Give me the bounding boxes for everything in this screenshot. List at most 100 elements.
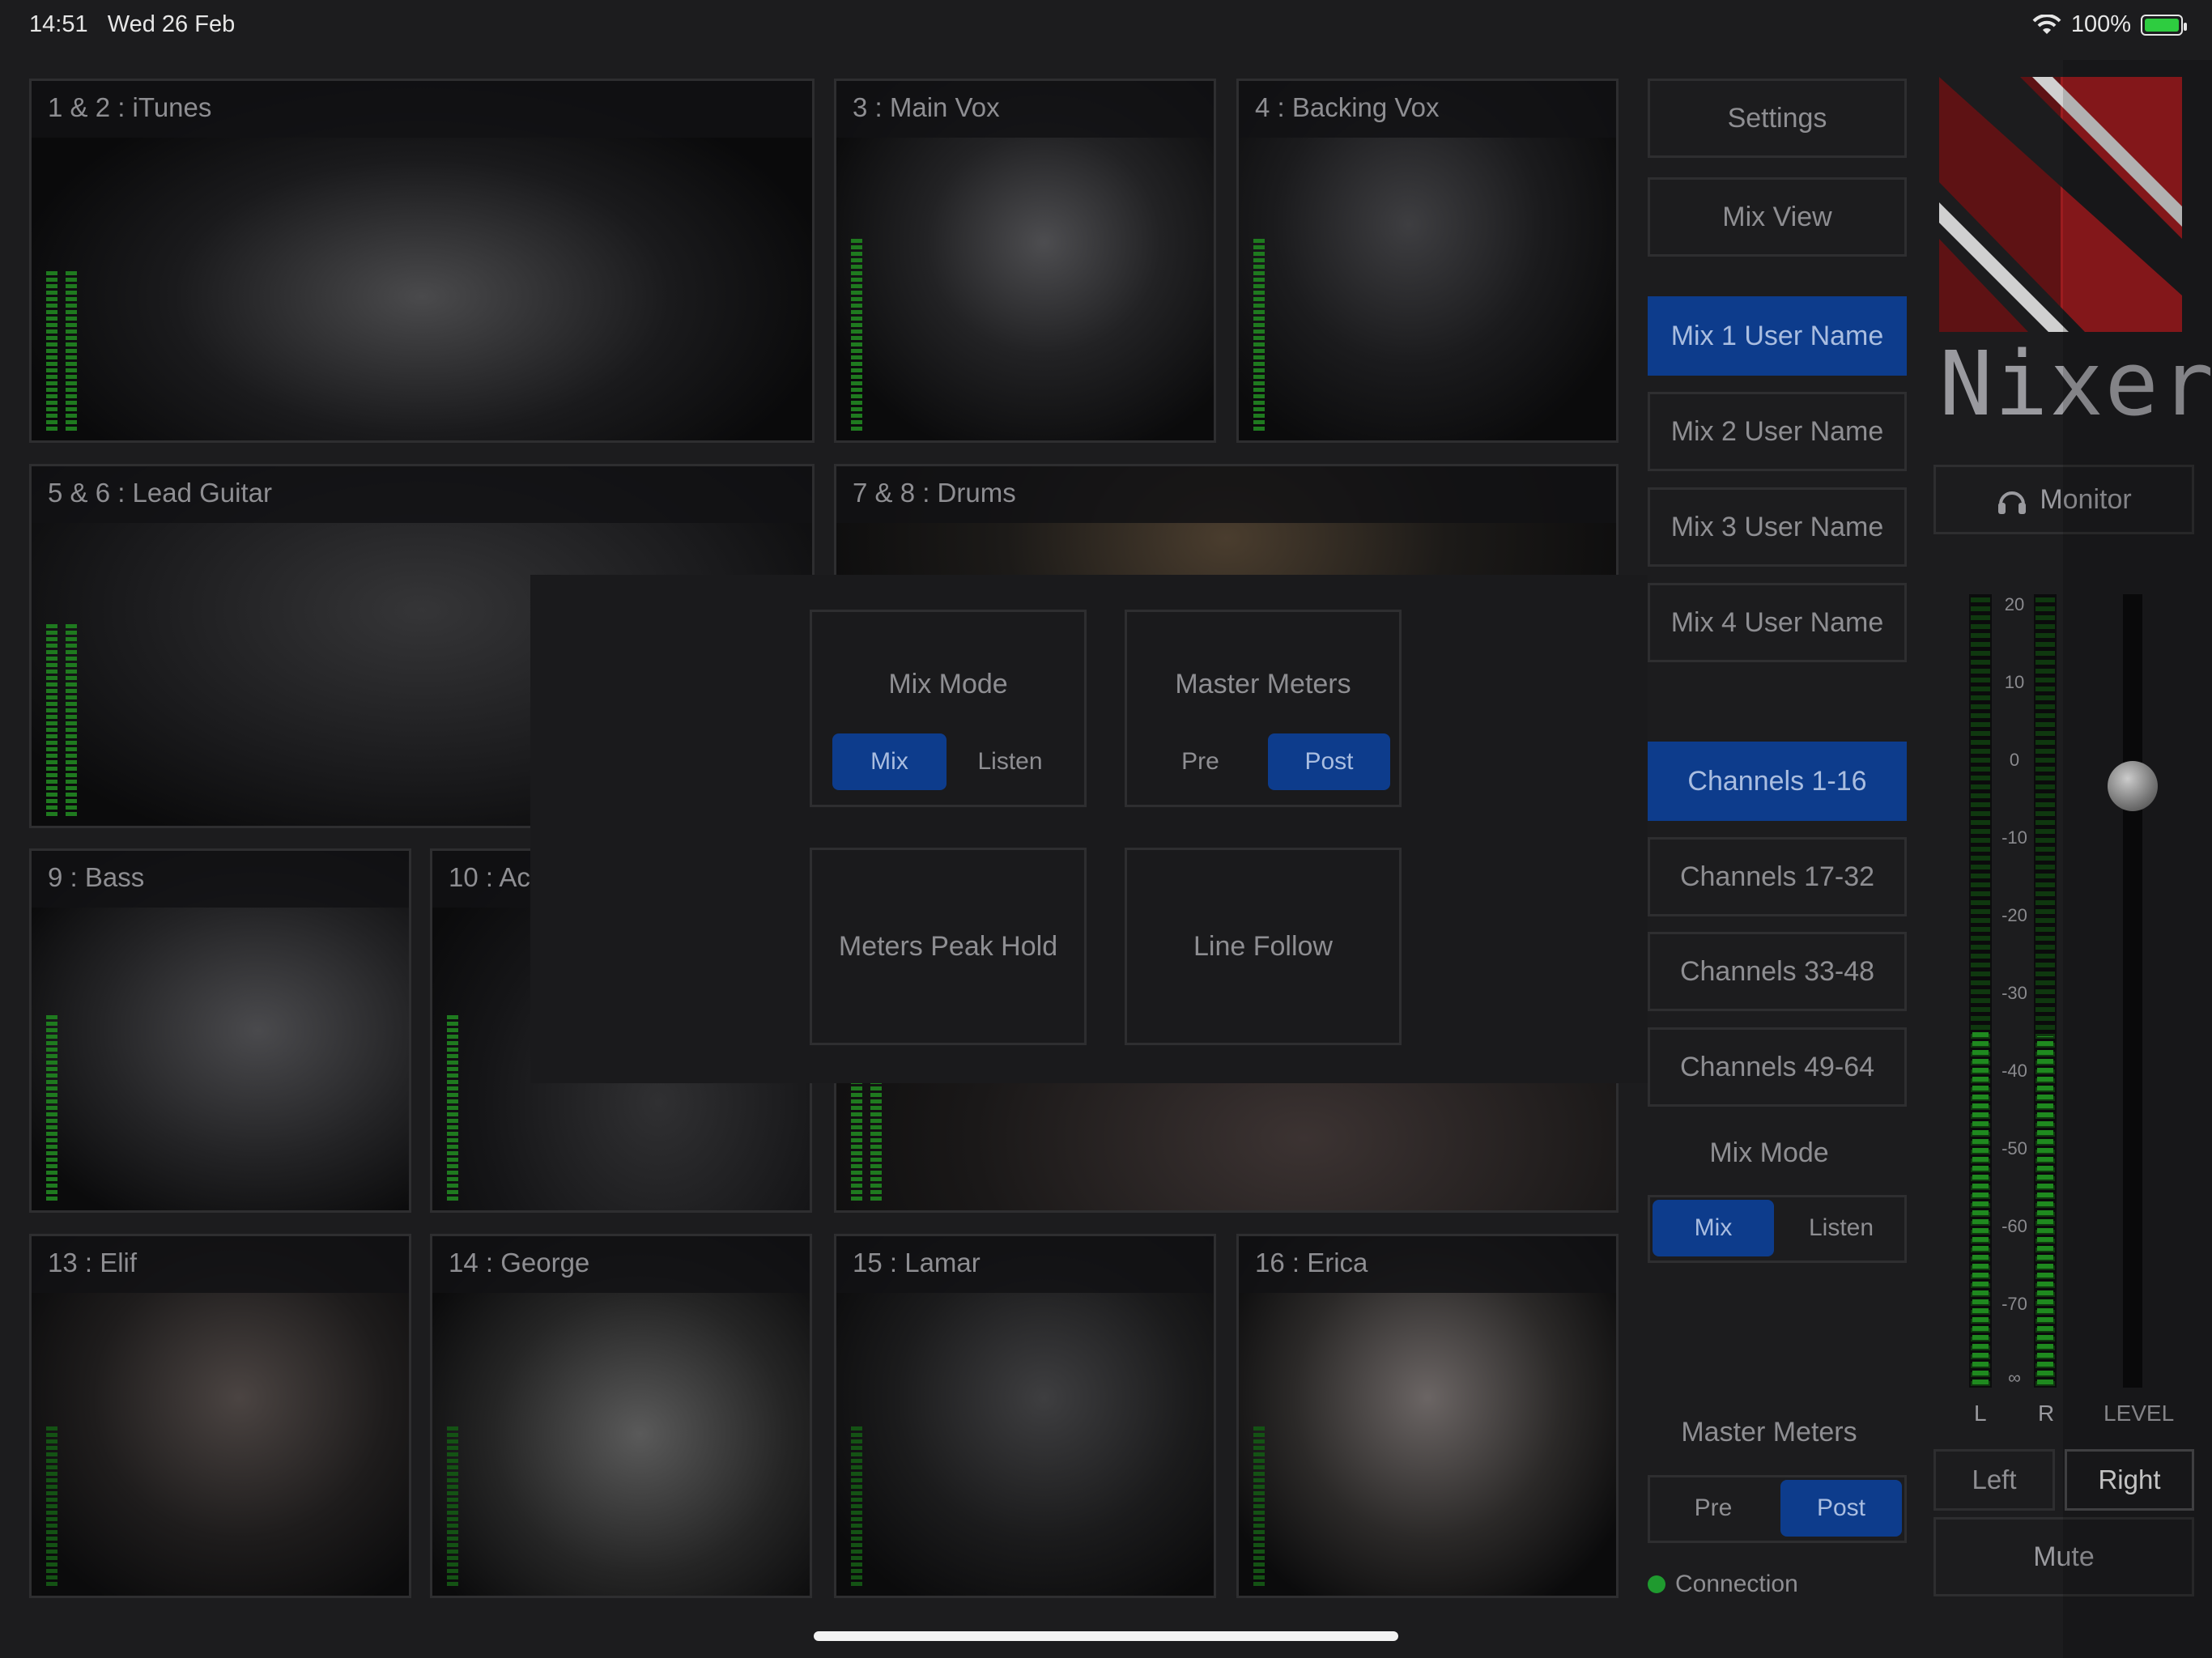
mix-mode-segment: Mix Listen <box>1648 1195 1907 1263</box>
battery-percent: 100% <box>2070 11 2131 37</box>
master-meters-segment: Pre Post <box>1139 733 1390 790</box>
level-fader-track[interactable] <box>2123 594 2142 1388</box>
mix-mode-label: Mix Mode <box>1709 1137 1829 1168</box>
mix-mode-options: Mix Listen <box>1653 1200 1902 1256</box>
channel-meters <box>1253 236 1265 431</box>
channel-label: 13 : Elif <box>32 1236 409 1293</box>
scale-tick: -60 <box>2001 1216 2027 1236</box>
channel-tile[interactable]: 1 & 2 : iTunes <box>29 79 815 443</box>
mix-view-button[interactable]: Mix View <box>1648 177 1907 257</box>
level-fader-knob[interactable] <box>2108 761 2158 811</box>
brand-name: Nixer <box>1939 332 2212 436</box>
channels-1-16-button[interactable]: Channels 1-16 <box>1648 742 1907 821</box>
listen-option[interactable]: Listen <box>1780 1200 1902 1256</box>
master-meters-card: Master Meters Pre Post <box>1125 610 1402 807</box>
battery-icon <box>2141 14 2187 36</box>
channel-meters <box>46 1014 57 1201</box>
listen-option[interactable]: Listen <box>953 733 1067 790</box>
channels-17-32-button[interactable]: Channels 17-32 <box>1648 837 1907 916</box>
scale-tick: -30 <box>2001 983 2027 1003</box>
card-title: Master Meters <box>1175 669 1351 699</box>
channels-49-64-button[interactable]: Channels 49-64 <box>1648 1027 1907 1107</box>
status-bar: 14:51 Wed 26 Feb 100% <box>0 0 2212 60</box>
pre-option[interactable]: Pre <box>1653 1480 1774 1537</box>
channel-meters <box>46 1424 57 1586</box>
master-meters-segment: Pre Post <box>1648 1475 1907 1543</box>
channel-meters <box>851 1424 862 1586</box>
right-channel-label: R <box>2038 1401 2055 1426</box>
master-meters-options: Pre Post <box>1653 1480 1902 1537</box>
date: Wed 26 Feb <box>107 11 236 37</box>
mix-2-button[interactable]: Mix 2 User Name <box>1648 392 1907 471</box>
scale-tick: -40 <box>2001 1061 2027 1081</box>
meter-scale: 20 10 0 -10 -20 -30 -40 -50 -60 -70 ∞ <box>1998 594 2031 1388</box>
scale-tick: -10 <box>2001 827 2027 848</box>
scale-tick: ∞ <box>2008 1367 2021 1388</box>
right-level-meter <box>2034 594 2057 1388</box>
headphones-icon <box>1998 491 2027 514</box>
channel-tile[interactable]: 16 : Erica <box>1236 1234 1619 1598</box>
scale-tick: 0 <box>2009 750 2020 770</box>
nixer-logo-icon <box>1939 77 2182 332</box>
channel-label: 3 : Main Vox <box>836 81 1214 138</box>
channels-33-48-button[interactable]: Channels 33-48 <box>1648 932 1907 1011</box>
mix-1-button[interactable]: Mix 1 User Name <box>1648 296 1907 376</box>
connection-status: Connection <box>1648 1571 1798 1598</box>
channel-tile[interactable]: 14 : George <box>430 1234 812 1598</box>
mix-option[interactable]: Mix <box>1653 1200 1774 1256</box>
channel-meters <box>447 1424 458 1586</box>
channel-tile[interactable]: 13 : Elif <box>29 1234 411 1598</box>
pre-option[interactable]: Pre <box>1139 733 1261 790</box>
settings-popover: Mix Mode Mix Listen Master Meters Pre Po… <box>530 575 1648 1083</box>
channel-label: 1 & 2 : iTunes <box>32 81 812 138</box>
left-channel-label: L <box>1974 1401 1987 1426</box>
scale-tick: 10 <box>2004 672 2025 692</box>
status-right: 100% <box>2032 11 2187 38</box>
left-level-meter <box>1969 594 1992 1388</box>
clock: 14:51 <box>29 11 88 37</box>
channel-meters <box>46 622 77 816</box>
channel-meters <box>1253 1424 1265 1586</box>
mix-mode-card: Mix Mode Mix Listen <box>810 610 1087 807</box>
channel-tile[interactable]: 4 : Backing Vox <box>1236 79 1619 443</box>
channel-tile[interactable]: 15 : Lamar <box>834 1234 1216 1598</box>
app-root: 14:51 Wed 26 Feb 100% 1 & 2 : iTunes 3 :… <box>0 0 2212 1658</box>
channel-label: 4 : Backing Vox <box>1239 81 1616 138</box>
settings-button[interactable]: Settings <box>1648 79 1907 158</box>
channel-tile[interactable]: 9 : Bass <box>29 848 411 1213</box>
connection-label: Connection <box>1675 1571 1798 1597</box>
card-title: Mix Mode <box>888 669 1008 699</box>
mix-4-button[interactable]: Mix 4 User Name <box>1648 583 1907 662</box>
left-output-button[interactable]: Left <box>1933 1449 2055 1511</box>
mute-button[interactable]: Mute <box>1933 1517 2194 1596</box>
meters-peak-hold-button[interactable]: Meters Peak Hold <box>810 848 1087 1045</box>
line-follow-button[interactable]: Line Follow <box>1125 848 1402 1045</box>
channel-label: 7 & 8 : Drums <box>836 466 1616 523</box>
status-time: 14:51 Wed 26 Feb <box>29 11 235 38</box>
monitor-button[interactable]: Monitor <box>1933 465 2194 534</box>
post-option[interactable]: Post <box>1268 733 1390 790</box>
mix-3-button[interactable]: Mix 3 User Name <box>1648 487 1907 567</box>
scale-tick: -20 <box>2001 905 2027 925</box>
connection-indicator-icon <box>1648 1575 1665 1593</box>
master-meters-label: Master Meters <box>1681 1417 1857 1448</box>
post-option[interactable]: Post <box>1780 1480 1902 1537</box>
scale-tick: -50 <box>2001 1138 2027 1158</box>
monitor-label: Monitor <box>2040 483 2132 515</box>
channel-tile[interactable]: 3 : Main Vox <box>834 79 1216 443</box>
wifi-icon <box>2032 14 2061 34</box>
scale-tick: 20 <box>2004 594 2025 614</box>
channel-meters <box>447 1014 458 1201</box>
level-label: LEVEL <box>2104 1401 2175 1426</box>
mix-option[interactable]: Mix <box>832 733 946 790</box>
card-title: Meters Peak Hold <box>838 931 1058 962</box>
right-output-button[interactable]: Right <box>2065 1449 2194 1511</box>
card-title: Line Follow <box>1193 931 1333 962</box>
home-indicator[interactable] <box>814 1631 1398 1641</box>
channel-meters <box>46 269 77 431</box>
channel-meters <box>851 236 862 431</box>
channel-meters <box>851 1079 882 1201</box>
channel-label: 14 : George <box>432 1236 810 1293</box>
channel-label: 16 : Erica <box>1239 1236 1616 1293</box>
channel-label: 15 : Lamar <box>836 1236 1214 1293</box>
